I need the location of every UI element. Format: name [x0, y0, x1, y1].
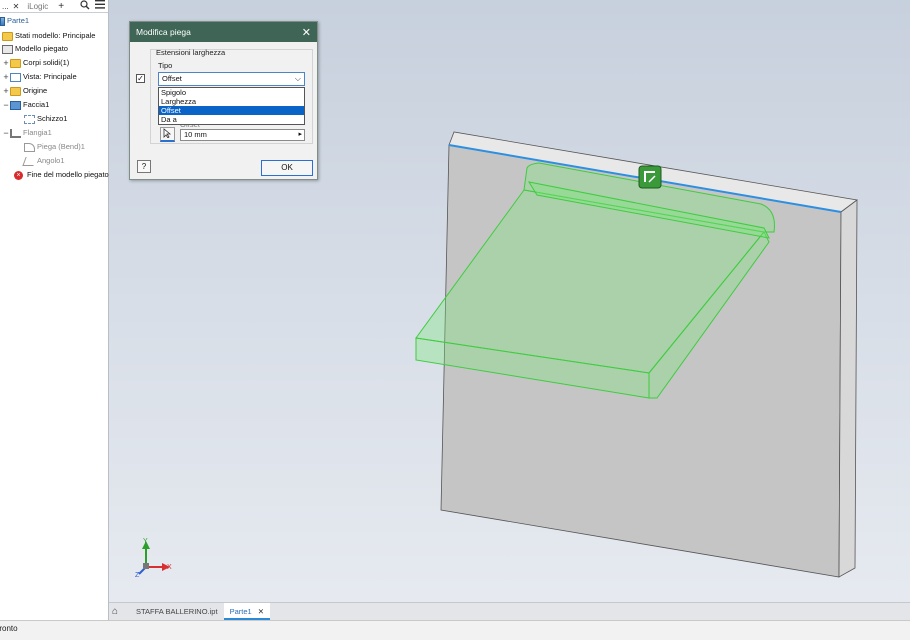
folder-icon: [10, 58, 21, 68]
tree-item-label: Modello piegato: [15, 44, 68, 53]
status-bar: Pronto: [0, 620, 910, 640]
home-icon[interactable]: ⌂: [112, 606, 124, 617]
tree-item-sketch[interactable]: Schizzo1: [24, 113, 67, 125]
tree-root-label: Parte1: [7, 16, 30, 25]
cursor-arrow-icon: [163, 128, 172, 139]
plate-side-face: [838, 199, 858, 578]
tree-item-bend[interactable]: Piega (Bend)1: [24, 141, 85, 153]
document-tabs: ⌂ STAFFA BALLERINO.ipt Parte1 ✕: [109, 602, 910, 620]
axis-triad: [138, 541, 170, 575]
error-icon: ×: [14, 170, 23, 180]
width-extensions-label: Estensioni larghezza: [156, 48, 226, 57]
sheet-metal-icon: [2, 44, 13, 54]
chevron-down-icon: ⌵: [294, 74, 301, 83]
tab-model[interactable]: ...: [0, 2, 11, 11]
flange-icon: [10, 128, 21, 138]
tree-root[interactable]: Parte1: [0, 15, 29, 27]
axis-label-z: Z: [135, 572, 140, 579]
dialog-title-bar[interactable]: Modifica piega ✕: [130, 22, 317, 42]
tree-item-model-states[interactable]: Stati modello: Principale: [2, 30, 95, 42]
close-icon[interactable]: ✕: [302, 26, 311, 39]
tree-item-label: Faccia1: [23, 100, 50, 109]
type-option-da-a[interactable]: Da a: [159, 115, 304, 124]
corner-icon: [22, 156, 37, 166]
close-icon[interactable]: ✕: [258, 607, 264, 616]
type-label: Tipo: [158, 61, 173, 70]
tree-item-label: Origine: [23, 86, 48, 95]
search-icon[interactable]: [80, 0, 90, 13]
tree-item-solid-bodies[interactable]: + Corpi solidi(1): [2, 57, 69, 69]
type-dropdown-list: Spigolo Larghezza Offset Da a: [158, 87, 305, 125]
tree-item-label: Fine del modello piegato: [27, 170, 109, 179]
expand-icon[interactable]: +: [2, 71, 10, 83]
menu-icon[interactable]: [95, 0, 106, 12]
part-icon: [0, 16, 5, 26]
help-button[interactable]: ?: [137, 160, 151, 173]
model-browser: ... ✕ iLogic + Parte1 Stati modello: Pri…: [0, 0, 109, 620]
sketch-icon: [24, 114, 35, 124]
tree-item-face[interactable]: − Faccia1: [2, 99, 49, 111]
tree-item-label: Flangia1: [23, 128, 52, 137]
face-icon: [10, 100, 21, 110]
type-dropdown[interactable]: Offset ⌵: [158, 72, 305, 86]
expand-icon[interactable]: +: [2, 57, 10, 69]
status-text: Pronto: [0, 624, 18, 633]
type-option-larghezza[interactable]: Larghezza: [159, 97, 304, 106]
add-tab-icon[interactable]: +: [56, 1, 66, 12]
tree-item-folded-model[interactable]: Modello piegato: [2, 43, 68, 55]
tree-item-corner[interactable]: Angolo1: [22, 155, 65, 167]
tab-staffa-ballerino[interactable]: STAFFA BALLERINO.ipt: [130, 603, 224, 620]
tree-item-view[interactable]: + Vista: Principale: [2, 71, 77, 83]
tab-parte1-label: Parte1: [229, 607, 252, 616]
folder-icon: [2, 31, 13, 41]
tab-ilogic[interactable]: iLogic: [25, 2, 50, 11]
select-edge-button[interactable]: [160, 127, 175, 142]
arrow-right-icon[interactable]: ▸: [298, 130, 302, 140]
dialog-title: Modifica piega: [136, 27, 191, 37]
collapse-icon[interactable]: −: [2, 99, 10, 111]
tree-item-label: Corpi solidi(1): [23, 58, 70, 67]
edit-bend-dialog: Modifica piega ✕ Estensioni larghezza Ti…: [129, 21, 318, 180]
tree-item-label: Schizzo1: [37, 114, 68, 123]
expand-icon[interactable]: +: [2, 85, 10, 97]
offset-value: 10 mm: [184, 130, 207, 139]
tree-item-label: Vista: Principale: [23, 72, 77, 81]
tab-parte1[interactable]: Parte1 ✕: [223, 603, 271, 620]
tree-item-label: Angolo1: [37, 156, 65, 165]
browser-tabs: ... ✕ iLogic +: [0, 0, 108, 13]
bend-icon: [24, 142, 35, 152]
axis-label-y: Y: [143, 538, 148, 545]
tree-item-origin[interactable]: + Origine: [2, 85, 47, 97]
view-icon: [10, 72, 21, 82]
close-icon[interactable]: ✕: [11, 2, 22, 11]
tree-item-label: Piega (Bend)1: [37, 142, 85, 151]
edge-selection-glyph: [638, 165, 662, 189]
type-option-spigolo[interactable]: Spigolo: [159, 88, 304, 97]
ok-button[interactable]: OK: [261, 160, 313, 176]
tree-item-label: Stati modello: Principale: [15, 31, 96, 40]
collapse-icon[interactable]: −: [2, 127, 10, 139]
tree-item-flange[interactable]: − Flangia1: [2, 127, 52, 139]
tree-item-end-of-folded[interactable]: × Fine del modello piegato: [14, 169, 109, 181]
type-dropdown-value: Offset: [162, 74, 182, 83]
enable-checkbox[interactable]: ✓: [136, 74, 145, 83]
axis-label-x: X: [167, 564, 172, 571]
folder-icon: [10, 86, 21, 96]
offset-input[interactable]: 10 mm ▸: [180, 129, 305, 141]
type-option-offset[interactable]: Offset: [159, 106, 304, 115]
